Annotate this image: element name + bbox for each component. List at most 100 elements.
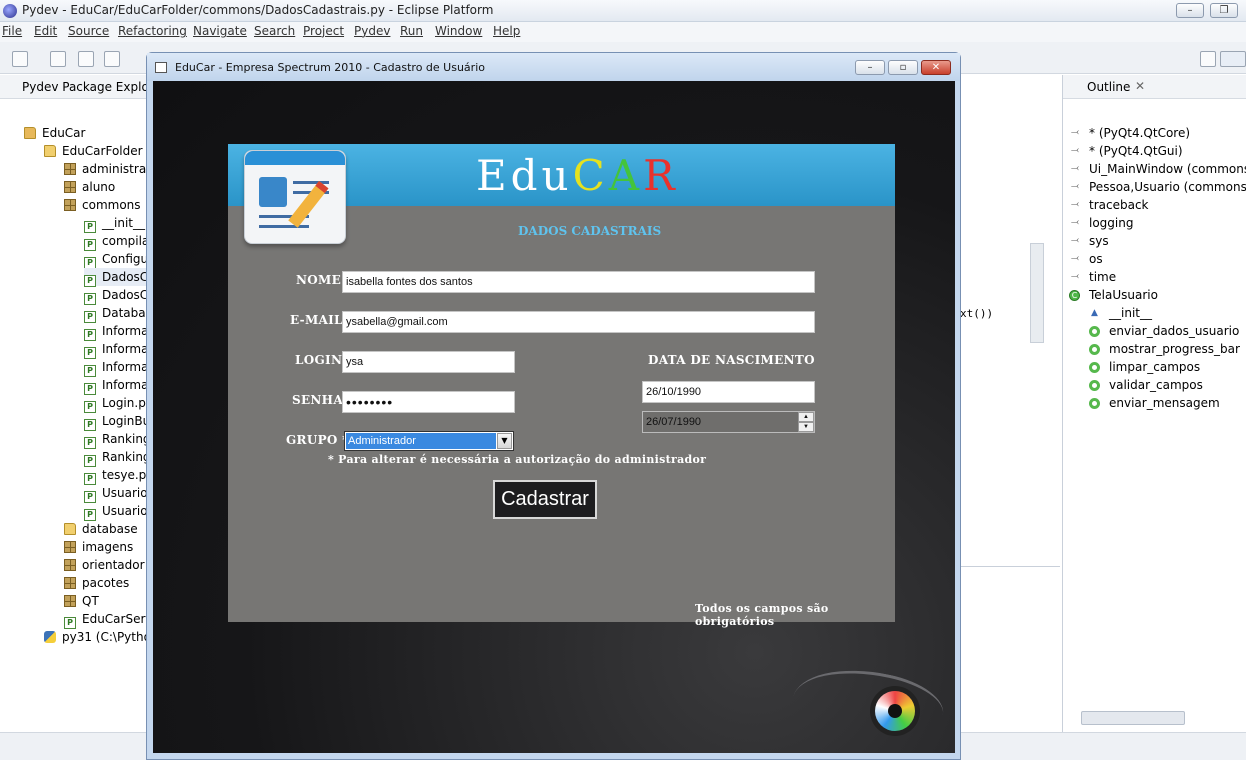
outline-item[interactable]: ⤙ time	[1071, 268, 1116, 286]
package-explorer-tab[interactable]: Pydev Package Explorer	[0, 75, 166, 99]
data-nascimento-field[interactable]: 26/10/1990	[642, 381, 815, 403]
menu-project[interactable]: Project	[303, 24, 344, 38]
save-all-icon[interactable]	[78, 51, 94, 67]
tree-item[interactable]: P LoginBu	[84, 412, 150, 431]
tree-item[interactable]: EduCar	[24, 124, 85, 142]
eye-iris	[875, 691, 915, 731]
data-nascimento-label: DATA DE NASCIMENTO	[648, 353, 815, 367]
tree-item[interactable]: commons	[64, 196, 141, 214]
dialog-minimize-button[interactable]: –	[855, 60, 885, 75]
outline-item[interactable]: ⤙ Ui_MainWindow (commons	[1071, 160, 1246, 178]
package-icon	[64, 577, 76, 589]
outline-item[interactable]: ⤙ Pessoa,Usuario (commons	[1071, 178, 1246, 196]
menu-refactoring[interactable]: Refactoring	[118, 24, 187, 38]
menu-window[interactable]: Window	[435, 24, 482, 38]
outline-item[interactable]: ⤙ logging	[1071, 214, 1133, 232]
menu-help[interactable]: Help	[493, 24, 520, 38]
outline-item-label: * (PyQt4.QtGui)	[1089, 144, 1183, 158]
outline-item-label: traceback	[1089, 198, 1149, 212]
spin-up-icon[interactable]: ▲	[798, 412, 814, 422]
nome-label: NOME	[296, 273, 342, 287]
tree-item[interactable]: P DadosCa	[84, 268, 156, 287]
outline-scrollbar[interactable]	[1081, 711, 1185, 725]
tree-item[interactable]: P Informa	[84, 340, 148, 359]
outline-item[interactable]: ⤙ sys	[1071, 232, 1109, 250]
tree-item[interactable]: EduCarFolder	[44, 142, 143, 160]
tree-item[interactable]: P DadosCa	[84, 286, 156, 305]
data-nascimento-spinner[interactable]: 26/07/1990 ▲ ▼	[642, 411, 815, 433]
import-icon: ⤙	[1071, 217, 1079, 228]
tree-item[interactable]: Ptesye.py	[84, 466, 153, 485]
tree-item[interactable]: P Configu	[84, 250, 149, 269]
outline-item[interactable]: ⤙ * (PyQt4.QtCore)	[1071, 124, 1190, 142]
menu-navigate[interactable]: Navigate	[193, 24, 247, 38]
tree-item[interactable]: P EduCarServi	[64, 610, 156, 629]
build-icon[interactable]	[104, 51, 120, 67]
tree-item[interactable]: P Informa	[84, 358, 148, 377]
menu-source[interactable]: Source	[68, 24, 109, 38]
outline-item[interactable]: ⤙ traceback	[1071, 196, 1149, 214]
menu-edit[interactable]: Edit	[34, 24, 57, 38]
tree-item[interactable]: QT	[64, 592, 99, 610]
registration-form: EduCAR DADOS CADASTRAIS NOME isabella fo…	[228, 144, 895, 628]
tree-item[interactable]: pacotes	[64, 574, 129, 592]
menu-run[interactable]: Run	[400, 24, 423, 38]
menu-file[interactable]: File	[2, 24, 22, 38]
tree-item[interactable]: orientador	[64, 556, 145, 574]
outline-item[interactable]: enviar_dados_usuario	[1089, 322, 1240, 340]
tree-item[interactable]: imagens	[64, 538, 133, 556]
tree-item[interactable]: P Login.py	[84, 394, 153, 413]
tree-item[interactable]: aluno	[64, 178, 115, 196]
tree-item-label: py31 (C:\Pytho	[62, 630, 151, 644]
outline-item[interactable]: C TelaUsuario	[1069, 286, 1158, 304]
outline-item-label: enviar_dados_usuario	[1109, 324, 1240, 338]
login-field[interactable]: ysa	[342, 351, 515, 373]
menu-search[interactable]: Search	[254, 24, 295, 38]
nome-field[interactable]: isabella fontes dos santos	[342, 271, 815, 293]
package-icon	[64, 559, 76, 571]
required-footer: Todos os campos são obrigatórios	[695, 602, 829, 628]
tree-item[interactable]: P Informa	[84, 322, 148, 341]
tree-item[interactable]: py31 (C:\Pytho	[44, 628, 151, 646]
tree-item[interactable]: administrad	[64, 160, 154, 178]
login-label: LOGIN	[295, 353, 343, 367]
dialog-close-button[interactable]: ✕	[921, 60, 951, 75]
save-icon[interactable]	[50, 51, 66, 67]
tree-item[interactable]: database	[64, 520, 138, 538]
grupo-select[interactable]: Administrador ▼	[344, 431, 514, 451]
tree-item[interactable]: P Ranking	[84, 430, 151, 449]
tree-item[interactable]: P Usuarios	[84, 502, 154, 521]
close-icon[interactable]: ✕	[1135, 79, 1145, 93]
outline-item[interactable]: ▲ __init__	[1091, 304, 1152, 322]
outline-item[interactable]: ⤙ * (PyQt4.QtGui)	[1071, 142, 1183, 160]
tree-item-label: Configu	[102, 252, 149, 266]
senha-field[interactable]: ••••••••	[342, 391, 515, 413]
outline-item[interactable]: validar_campos	[1089, 376, 1203, 394]
tree-item[interactable]: P Ranking	[84, 448, 151, 467]
pydev-perspective-button[interactable]	[1220, 51, 1246, 67]
open-perspective-icon[interactable]	[1200, 51, 1216, 67]
minimize-button[interactable]: –	[1176, 3, 1204, 18]
tree-item[interactable]: P Informa	[84, 376, 148, 395]
email-field[interactable]: ysabella@gmail.com	[342, 311, 815, 333]
restore-button[interactable]: ❐	[1210, 3, 1238, 18]
menu-pydev[interactable]: Pydev	[354, 24, 390, 38]
outline-item[interactable]: limpar_campos	[1089, 358, 1200, 376]
outline-tab[interactable]: Outline ✕	[1063, 75, 1246, 99]
package-explorer: Pydev Package Explorer EduCar EduCarFolde…	[0, 75, 166, 732]
outline-item[interactable]: mostrar_progress_bar	[1089, 340, 1240, 358]
editor-scrollbar[interactable]	[1030, 243, 1044, 343]
outline-item-label: sys	[1089, 234, 1109, 248]
chevron-down-icon[interactable]: ▼	[497, 433, 512, 449]
window-icon	[155, 62, 167, 73]
dialog-maximize-button[interactable]: ▫	[888, 60, 918, 75]
spin-down-icon[interactable]: ▼	[798, 422, 814, 432]
tree-item[interactable]: P UsuarioI	[84, 484, 151, 503]
outline-item[interactable]: ⤙ os	[1071, 250, 1103, 268]
tree-item[interactable]: Pcompila	[84, 232, 149, 251]
cadastrar-button[interactable]: Cadastrar	[493, 480, 597, 519]
tree-item[interactable]: P Databas	[84, 304, 152, 323]
outline-item[interactable]: enviar_mensagem	[1089, 394, 1220, 412]
new-icon[interactable]	[12, 51, 28, 67]
senha-label: SENHA	[292, 393, 343, 407]
